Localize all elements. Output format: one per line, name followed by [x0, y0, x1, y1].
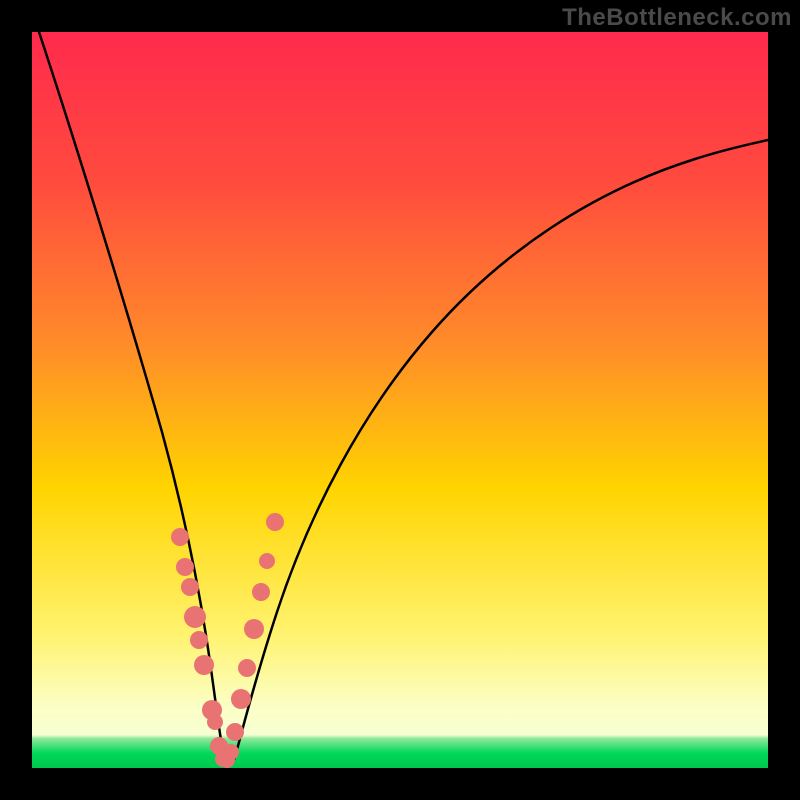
marker-point [259, 553, 275, 569]
gradient-background [32, 32, 768, 768]
marker-point [171, 528, 189, 546]
marker-point [266, 513, 284, 531]
watermark-text: TheBottleneck.com [562, 4, 792, 32]
marker-point [207, 714, 223, 730]
marker-point [190, 631, 208, 649]
plot-area [32, 32, 768, 768]
marker-point [176, 558, 194, 576]
marker-point [231, 689, 251, 709]
marker-point [194, 655, 214, 675]
marker-point [181, 578, 199, 596]
marker-point [238, 659, 256, 677]
marker-point [184, 606, 206, 628]
marker-point [226, 723, 244, 741]
chart-svg [32, 32, 768, 768]
marker-point [252, 583, 270, 601]
marker-point [244, 619, 264, 639]
marker-point [223, 744, 239, 760]
chart-frame: TheBottleneck.com [0, 0, 800, 800]
